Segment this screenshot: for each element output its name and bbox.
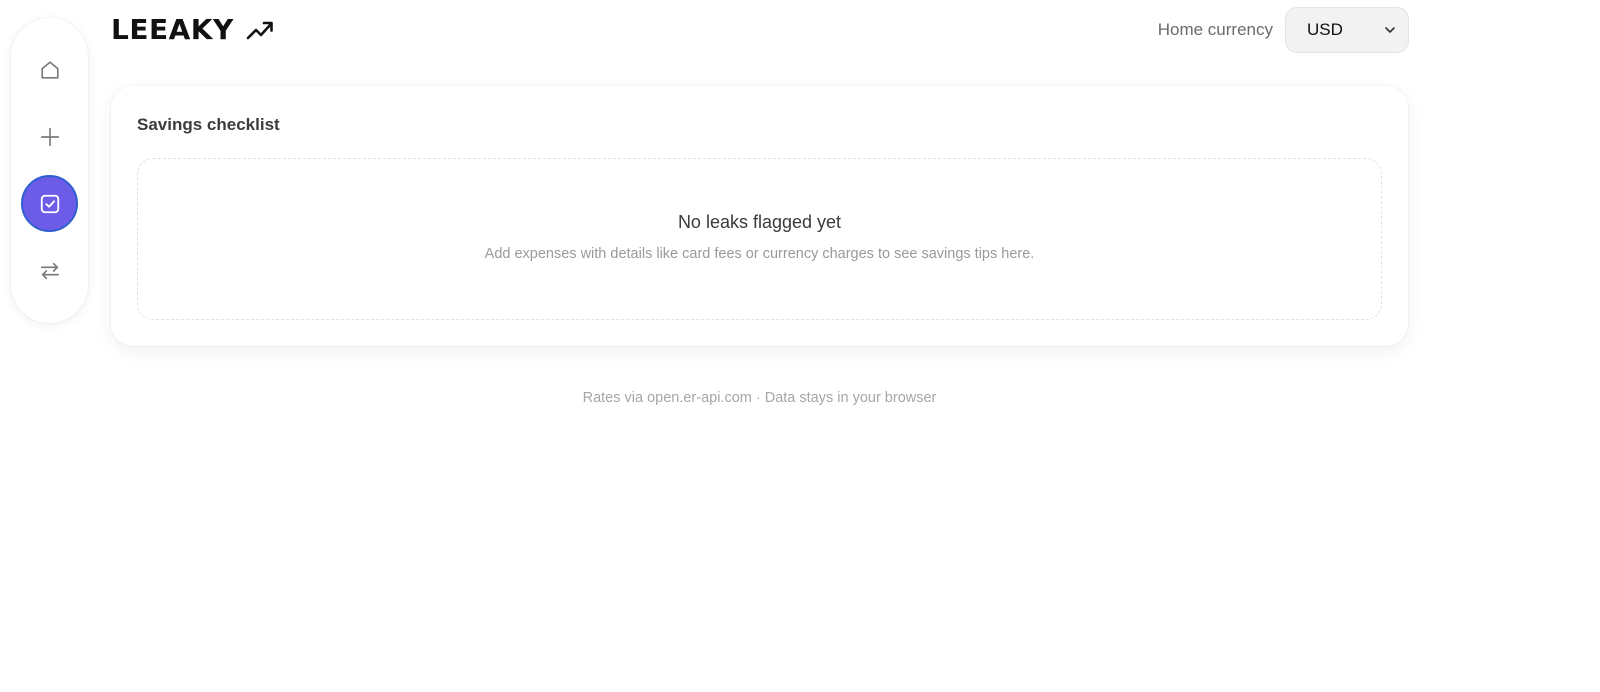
empty-state-subtitle: Add expenses with details like card fees…: [484, 246, 1035, 262]
sidebar-item-add[interactable]: [21, 108, 78, 165]
sidebar-item-home[interactable]: [21, 41, 78, 98]
empty-state-title: No leaks flagged yet: [677, 212, 842, 232]
checkbox-icon: [40, 194, 59, 213]
home-icon: [40, 60, 59, 79]
home-currency-control: Home currency USD: [1158, 7, 1409, 53]
swap-arrows-icon: [40, 262, 59, 279]
chevron-down-icon: [1385, 27, 1395, 33]
savings-checklist-card: Savings checklist No leaks flagged yet A…: [111, 86, 1408, 346]
plus-icon: [40, 127, 59, 146]
trending-up-icon: [246, 21, 273, 39]
sidebar-nav: [11, 18, 88, 323]
savings-checklist-title: Savings checklist: [137, 115, 280, 134]
footer-note: Rates via open.er-api.com · Data stays i…: [582, 390, 937, 406]
home-currency-label: Home currency: [1157, 20, 1273, 39]
home-currency-value: USD: [1307, 20, 1343, 39]
sidebar-item-convert[interactable]: [21, 242, 78, 299]
sidebar-item-checklist[interactable]: [21, 175, 78, 232]
home-currency-select[interactable]: USD: [1285, 7, 1409, 53]
app-title: LEEAKY: [111, 13, 234, 46]
app-brand: LEEAKY: [111, 13, 274, 46]
empty-state: No leaks flagged yet Add expenses with d…: [137, 158, 1382, 320]
